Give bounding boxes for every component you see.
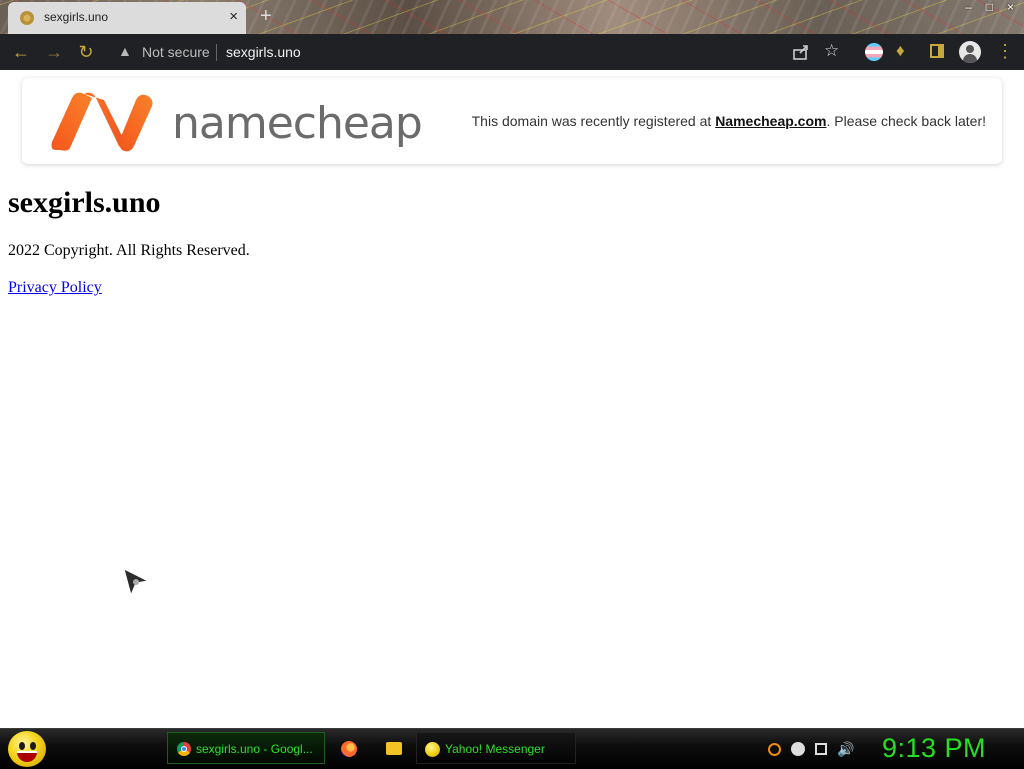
registration-message: This domain was recently registered at N… <box>472 113 986 129</box>
status-icon[interactable] <box>791 742 805 756</box>
message-suffix: . Please check back later! <box>826 113 986 129</box>
page-title: sexgirls.uno <box>8 186 161 219</box>
message-prefix: This domain was recently registered at <box>471 113 716 129</box>
page-viewport: namecheap This domain was recently regis… <box>0 70 1024 728</box>
window-titlebar: sexgirls.uno × + – □ × <box>0 0 1024 34</box>
browser-menu-icon[interactable]: ⋮ <box>996 41 1014 61</box>
window-controls: – □ × <box>965 0 1014 16</box>
mouse-cursor-icon <box>123 568 150 597</box>
taskbar-item-firefox[interactable] <box>338 732 360 764</box>
address-bar-divider <box>216 44 217 61</box>
privacy-policy-link[interactable]: Privacy Policy <box>8 279 102 297</box>
side-panel-icon[interactable] <box>930 44 944 58</box>
taskbar-item-chrome[interactable]: sexgirls.uno - Googl... <box>167 732 325 764</box>
smiley-eye <box>30 742 36 750</box>
taskbar: sexgirls.uno - Googl... Yahoo! Messenger… <box>0 728 1024 769</box>
share-icon[interactable] <box>792 43 810 61</box>
file-explorer-icon <box>386 742 402 755</box>
site-favicon-icon <box>20 11 34 25</box>
browser-tab[interactable]: sexgirls.uno × <box>8 2 246 34</box>
taskbar-item-label: sexgirls.uno - Googl... <box>196 742 313 756</box>
namecheap-logo-icon <box>51 92 153 152</box>
new-tab-button[interactable]: + <box>260 4 272 28</box>
warning-triangle-icon[interactable]: ▲ <box>118 43 132 59</box>
minimize-button[interactable]: – <box>965 0 972 16</box>
smiley-mouth <box>17 751 37 762</box>
copyright-text: 2022 Copyright. All Rights Reserved. <box>8 242 250 259</box>
forward-arrow-icon[interactable]: → <box>44 42 64 62</box>
taskbar-item-yahoo-messenger[interactable]: Yahoo! Messenger <box>416 732 576 764</box>
back-arrow-icon[interactable]: ← <box>11 42 31 62</box>
start-button-smiley-icon[interactable] <box>8 731 46 767</box>
chrome-icon <box>177 742 191 756</box>
close-window-button[interactable]: × <box>1007 0 1014 16</box>
volume-icon[interactable]: 🔊 <box>837 742 854 756</box>
namecheap-wordmark: namecheap <box>172 98 423 149</box>
firefox-icon <box>341 741 357 757</box>
reload-icon[interactable]: ↻ <box>76 42 96 62</box>
taskbar-clock[interactable]: 9:13 PM <box>882 733 986 764</box>
flag-extension-icon[interactable] <box>865 43 883 61</box>
smiley-eye <box>19 742 25 750</box>
security-status[interactable]: Not secure <box>142 44 210 60</box>
network-icon[interactable] <box>815 743 827 755</box>
taskbar-item-label: Yahoo! Messenger <box>445 742 545 756</box>
search-icon[interactable] <box>768 742 781 756</box>
extensions-puzzle-icon[interactable]: ♦ <box>896 41 905 61</box>
namecheap-banner: namecheap This domain was recently regis… <box>22 78 1002 164</box>
profile-avatar-icon[interactable] <box>959 41 981 63</box>
tab-close-icon[interactable]: × <box>229 8 238 26</box>
yahoo-messenger-icon <box>425 742 440 757</box>
url-text[interactable]: sexgirls.uno <box>226 44 301 60</box>
maximize-button[interactable]: □ <box>986 0 993 16</box>
tab-title: sexgirls.uno <box>44 10 109 24</box>
address-bar[interactable]: ▲ Not secure sexgirls.uno <box>108 37 852 67</box>
taskbar-item-file-explorer[interactable] <box>383 732 405 764</box>
bookmark-star-icon[interactable]: ☆ <box>824 41 839 61</box>
system-tray: 🔊 <box>768 739 854 759</box>
namecheap-link[interactable]: Namecheap.com <box>715 113 826 129</box>
